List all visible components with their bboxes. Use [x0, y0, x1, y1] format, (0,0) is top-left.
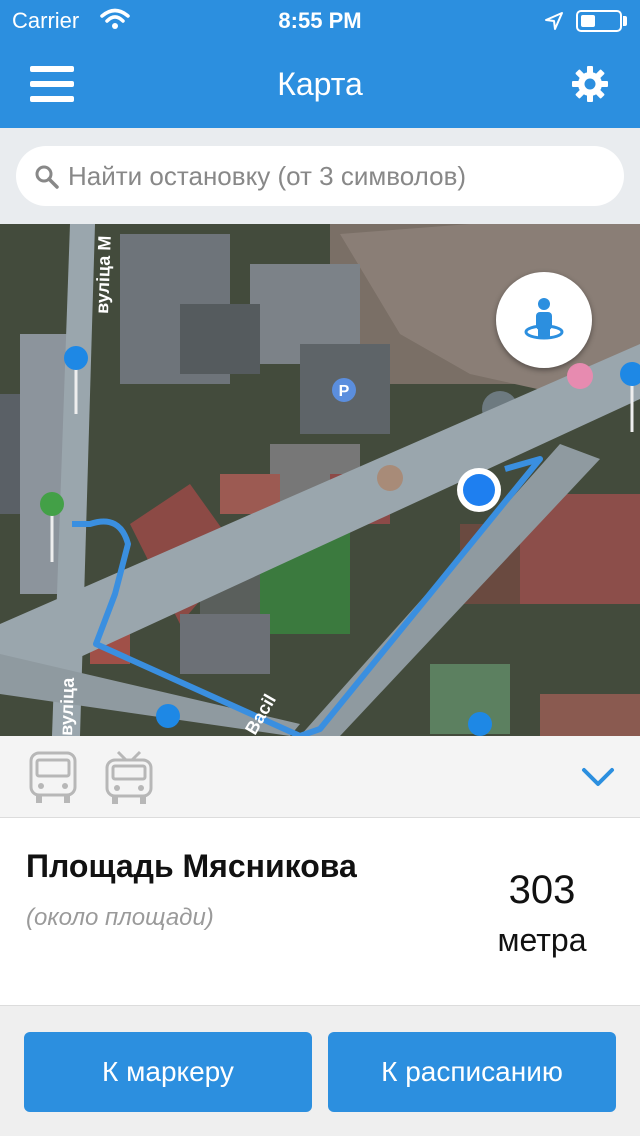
stop-marker-blue[interactable]	[156, 704, 180, 728]
bus-icon[interactable]	[28, 750, 78, 806]
chevron-down-icon[interactable]	[580, 762, 616, 790]
page-title: Карта	[277, 66, 363, 102]
stop-subtitle: (около площади)	[26, 904, 214, 931]
stop-info-card[interactable]: Площадь Мясникова (около площади) 303 ме…	[0, 818, 640, 1006]
search-bar	[0, 128, 640, 224]
parking-label: P	[339, 383, 350, 400]
battery-tip	[623, 16, 627, 26]
location-arrow-icon	[545, 12, 563, 30]
distance-value: 303	[508, 868, 576, 912]
person-location-icon	[524, 298, 564, 340]
search-icon	[35, 165, 59, 189]
status-bar: Carrier 8:55 PM	[0, 0, 640, 40]
stop-marker-blue[interactable]	[468, 712, 492, 736]
battery-fill	[581, 15, 595, 27]
street-label: вуліца	[56, 676, 78, 736]
to-marker-button[interactable]: К маркеру	[24, 1032, 312, 1112]
search-input[interactable]	[68, 146, 608, 206]
street-label: вуліца М	[92, 235, 115, 314]
to-schedule-button[interactable]: К расписанию	[328, 1032, 616, 1112]
trolleybus-icon[interactable]	[104, 750, 154, 806]
top-bar: Carrier 8:55 PM Карта	[0, 0, 640, 128]
stop-name: Площадь Мясникова	[26, 848, 357, 884]
school-poi-icon	[377, 465, 403, 491]
gear-icon[interactable]	[570, 64, 610, 104]
current-location-marker	[457, 468, 501, 512]
locate-me-button[interactable]	[496, 272, 592, 368]
map-view[interactable]: вуліца М Васіl вуліца P	[0, 224, 640, 736]
battery-icon	[576, 10, 622, 32]
action-bar: К маркеру К расписанию	[0, 1006, 640, 1136]
distance-unit: метра	[497, 922, 587, 958]
search-field[interactable]	[16, 146, 624, 206]
transport-filter-bar	[0, 736, 640, 818]
